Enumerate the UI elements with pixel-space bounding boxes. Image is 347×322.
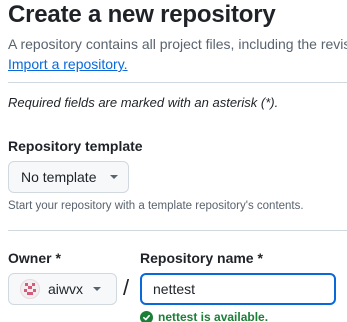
owner-dropdown-button[interactable]: aiwvx xyxy=(8,273,117,305)
availability-text: nettest is available. xyxy=(158,310,269,322)
template-help-text: Start your repository with a template re… xyxy=(8,200,304,212)
check-circle-icon xyxy=(140,310,153,322)
template-label: Repository template xyxy=(8,138,143,154)
triangle-down-icon xyxy=(110,175,119,179)
repository-name-label: Repository name * xyxy=(140,250,263,266)
repository-name-input[interactable] xyxy=(140,273,336,305)
divider xyxy=(8,82,347,83)
availability-status: nettest is available. xyxy=(140,310,268,322)
owner-repo-separator: / xyxy=(123,275,130,300)
triangle-down-icon xyxy=(93,287,102,291)
import-repository-link[interactable]: Import a repository xyxy=(8,56,124,72)
check-mark-icon xyxy=(142,314,151,320)
template-selected: No template xyxy=(21,169,97,185)
required-fields-note: Required fields are marked with an aster… xyxy=(8,95,279,110)
import-repository-line: Import a repository. xyxy=(8,55,128,73)
divider xyxy=(8,230,347,231)
owner-selected: aiwvx xyxy=(48,281,84,297)
identicon-icon xyxy=(24,283,36,295)
page-title: Create a new repository xyxy=(8,1,276,28)
intro-text: A repository contains all project files,… xyxy=(8,36,347,52)
template-dropdown-button[interactable]: No template xyxy=(8,161,129,193)
import-tail: . xyxy=(123,56,128,72)
owner-label: Owner * xyxy=(8,250,61,266)
identicon-avatar xyxy=(20,279,40,299)
